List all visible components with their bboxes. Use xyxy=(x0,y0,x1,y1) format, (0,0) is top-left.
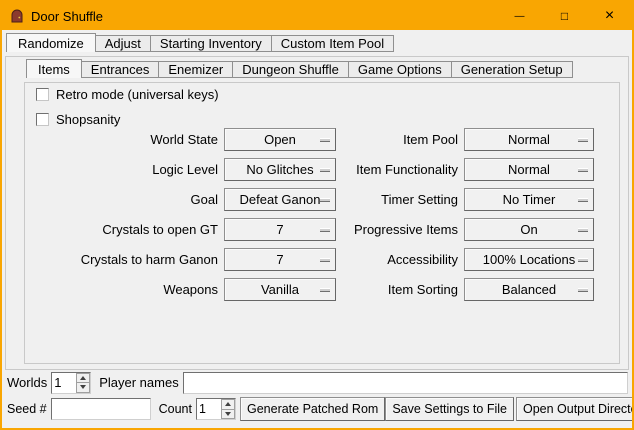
seed-input[interactable] xyxy=(51,398,151,420)
field-label: Timer Setting xyxy=(340,192,460,207)
seed-row: Seed # Count Generate Patched Rom Save S… xyxy=(7,397,628,421)
worlds-input[interactable] xyxy=(52,373,76,393)
retro-mode-label: Retro mode (universal keys) xyxy=(56,87,219,102)
dropdown-item-pool[interactable]: Normal xyxy=(464,128,594,151)
dropdown-indicator-icon xyxy=(320,138,330,142)
seed-label: Seed # xyxy=(7,402,47,416)
dropdown-accessibility[interactable]: 100% Locations xyxy=(464,248,594,271)
dropdown-world-state[interactable]: Open xyxy=(224,128,336,151)
dropdown-crystals-harm-ganon[interactable]: 7 xyxy=(224,248,336,271)
count-spin-up-button[interactable] xyxy=(221,399,235,410)
field-label: Logic Level xyxy=(32,162,220,177)
titlebar: Door Shuffle — □ × xyxy=(2,2,632,30)
caption-buttons: — □ × xyxy=(497,2,632,30)
tab-generation-setup[interactable]: Generation Setup xyxy=(451,61,573,78)
window: Door Shuffle — □ × Randomize Adjust Star… xyxy=(0,0,634,430)
worlds-spin-up-button[interactable] xyxy=(76,373,90,384)
dropdown-progressive-items[interactable]: On xyxy=(464,218,594,241)
count-spinbox xyxy=(196,398,236,420)
dropdown-indicator-icon xyxy=(320,228,330,232)
dropdown-indicator-icon xyxy=(578,288,588,292)
count-input[interactable] xyxy=(197,399,221,419)
retro-mode-checkbox[interactable] xyxy=(36,88,49,101)
worlds-label: Worlds xyxy=(7,375,47,390)
dropdown-indicator-icon xyxy=(578,198,588,202)
count-label: Count xyxy=(159,402,192,416)
shopsanity-label: Shopsanity xyxy=(56,112,120,127)
field-label: World State xyxy=(32,132,220,147)
minimize-button[interactable]: — xyxy=(497,2,542,30)
dropdown-indicator-icon xyxy=(320,258,330,262)
field-label: Goal xyxy=(32,192,220,207)
dropdown-indicator-icon xyxy=(320,288,330,292)
dropdown-weapons[interactable]: Vanilla xyxy=(224,278,336,301)
dropdown-indicator-icon xyxy=(320,168,330,172)
settings-grid: World State Open Item Pool Normal Logic … xyxy=(32,128,594,301)
tab-entrances[interactable]: Entrances xyxy=(81,61,160,78)
tab-enemizer[interactable]: Enemizer xyxy=(158,61,233,78)
tab-custom-item-pool[interactable]: Custom Item Pool xyxy=(271,35,394,52)
dropdown-indicator-icon xyxy=(578,228,588,232)
field-label: Item Sorting xyxy=(340,282,460,297)
dropdown-goal[interactable]: Defeat Ganon xyxy=(224,188,336,211)
down-arrow-icon xyxy=(225,412,231,416)
up-arrow-icon xyxy=(80,376,86,380)
worlds-spinbox xyxy=(51,372,91,394)
field-label: Progressive Items xyxy=(340,222,460,237)
dropdown-timer-setting[interactable]: No Timer xyxy=(464,188,594,211)
window-content: Randomize Adjust Starting Inventory Cust… xyxy=(2,30,632,428)
dropdown-logic-level[interactable]: No Glitches xyxy=(224,158,336,181)
count-spin-down-button[interactable] xyxy=(221,410,235,420)
retro-mode-row: Retro mode (universal keys) xyxy=(36,86,219,102)
tab-randomize[interactable]: Randomize xyxy=(6,33,96,52)
worlds-row: Worlds Player names xyxy=(7,371,628,394)
outer-tab-bar: Randomize Adjust Starting Inventory Cust… xyxy=(6,33,393,52)
dropdown-indicator-icon xyxy=(578,258,588,262)
open-output-button[interactable]: Open Output Directory xyxy=(516,397,634,421)
generate-rom-button[interactable]: Generate Patched Rom xyxy=(240,397,385,421)
shopsanity-checkbox[interactable] xyxy=(36,113,49,126)
inner-tab-bar: Items Entrances Enemizer Dungeon Shuffle… xyxy=(26,59,572,78)
dropdown-indicator-icon xyxy=(578,168,588,172)
window-title: Door Shuffle xyxy=(31,9,103,24)
tab-dungeon-shuffle[interactable]: Dungeon Shuffle xyxy=(232,61,349,78)
dropdown-item-sorting[interactable]: Balanced xyxy=(464,278,594,301)
worlds-spin-down-button[interactable] xyxy=(76,383,90,393)
tab-starting-inventory[interactable]: Starting Inventory xyxy=(150,35,272,52)
player-names-input[interactable] xyxy=(183,372,628,394)
dropdown-indicator-icon xyxy=(578,138,588,142)
player-names-label: Player names xyxy=(99,375,178,390)
field-label: Item Functionality xyxy=(340,162,460,177)
up-arrow-icon xyxy=(225,402,231,406)
down-arrow-icon xyxy=(80,385,86,389)
app-icon[interactable] xyxy=(9,8,25,24)
field-label: Crystals to open GT xyxy=(32,222,220,237)
maximize-button[interactable]: □ xyxy=(542,2,587,30)
field-label: Item Pool xyxy=(340,132,460,147)
field-label: Weapons xyxy=(32,282,220,297)
shopsanity-row: Shopsanity xyxy=(36,111,120,127)
save-settings-button[interactable]: Save Settings to File xyxy=(385,397,514,421)
tab-adjust[interactable]: Adjust xyxy=(95,35,151,52)
dropdown-indicator-icon xyxy=(320,198,330,202)
tab-game-options[interactable]: Game Options xyxy=(348,61,452,78)
dropdown-crystals-open-gt[interactable]: 7 xyxy=(224,218,336,241)
dropdown-item-functionality[interactable]: Normal xyxy=(464,158,594,181)
close-button[interactable]: × xyxy=(587,2,632,30)
field-label: Crystals to harm Ganon xyxy=(32,252,220,267)
field-label: Accessibility xyxy=(340,252,460,267)
tab-items[interactable]: Items xyxy=(26,59,82,78)
